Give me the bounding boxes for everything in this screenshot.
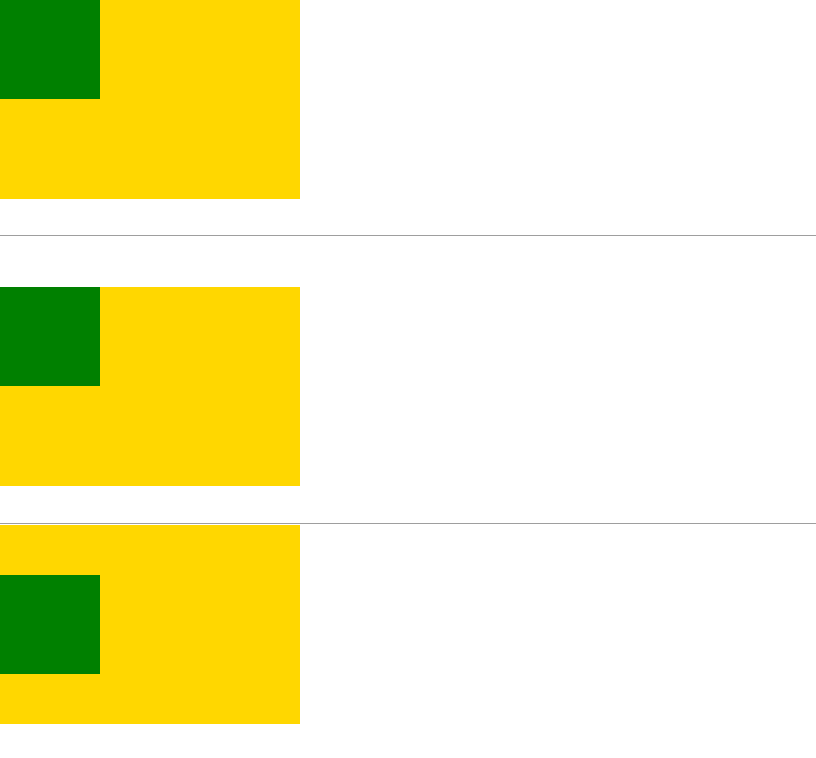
- yellow-panel-2: [0, 287, 300, 486]
- green-square-3: [0, 575, 100, 674]
- horizontal-divider-1: [0, 235, 816, 236]
- yellow-panel-1: [0, 0, 300, 199]
- green-square-1: [0, 0, 100, 99]
- yellow-panel-3: [0, 525, 300, 724]
- page: [0, 0, 816, 758]
- green-square-2: [0, 287, 100, 386]
- horizontal-divider-2: [0, 523, 816, 524]
